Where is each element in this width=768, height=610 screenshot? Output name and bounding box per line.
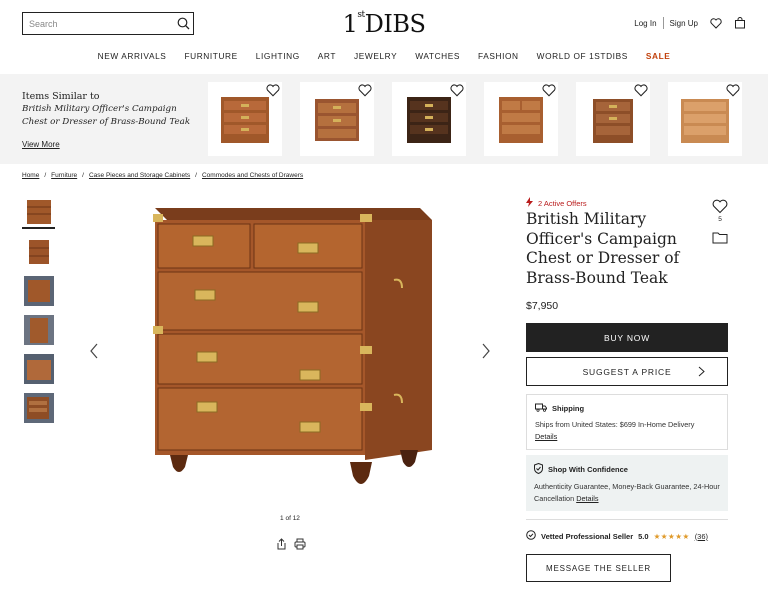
search-icon[interactable] bbox=[173, 14, 193, 34]
suggest-price-button[interactable]: SUGGEST A PRICE bbox=[526, 357, 728, 386]
image-counter: 1 of 12 bbox=[280, 515, 300, 522]
shipping-box: Shipping Ships from United States: $699 … bbox=[526, 394, 728, 450]
login-link[interactable]: Log In bbox=[634, 19, 656, 28]
shield-icon bbox=[534, 462, 543, 476]
gallery-thumb[interactable] bbox=[22, 274, 55, 307]
divider bbox=[662, 17, 664, 29]
account-links: Log In Sign Up bbox=[634, 17, 746, 29]
similar-items-heading: Items Similar to British Military Office… bbox=[22, 90, 202, 129]
reviews-link[interactable]: (36) bbox=[695, 532, 708, 541]
heart-icon[interactable] bbox=[710, 17, 722, 29]
breadcrumb-furniture[interactable]: Furniture bbox=[51, 172, 77, 179]
confidence-heading: Shop With Confidence bbox=[548, 465, 628, 474]
nav-jewelry[interactable]: JEWELRY bbox=[354, 51, 397, 61]
confidence-text-block: Authenticity Guarantee, Money-Back Guara… bbox=[534, 481, 720, 504]
breadcrumb-separator: / bbox=[82, 172, 84, 179]
logo-sup: st bbox=[357, 10, 365, 20]
message-seller-button[interactable]: MESSAGE THE SELLER bbox=[526, 554, 671, 582]
confidence-details-link[interactable]: Details bbox=[576, 494, 598, 503]
search-bar[interactable] bbox=[22, 12, 194, 35]
similar-item-thumb[interactable] bbox=[668, 82, 742, 156]
similar-item-thumb[interactable] bbox=[392, 82, 466, 156]
nav-art[interactable]: ART bbox=[318, 51, 336, 61]
buy-now-button[interactable]: BUY NOW bbox=[526, 323, 728, 352]
heart-icon[interactable] bbox=[634, 84, 648, 102]
gallery-thumb[interactable] bbox=[22, 313, 55, 346]
breadcrumb-case-pieces[interactable]: Case Pieces and Storage Cabinets bbox=[89, 172, 190, 179]
suggest-label: SUGGEST A PRICE bbox=[582, 366, 672, 377]
star-rating-icon: ★★★★★ bbox=[653, 531, 690, 541]
heart-icon[interactable] bbox=[542, 84, 556, 102]
heart-icon[interactable] bbox=[726, 84, 740, 102]
similar-item-thumb[interactable] bbox=[208, 82, 282, 156]
seller-rating: 5.0 bbox=[638, 531, 649, 541]
nav-furniture[interactable]: FURNITURE bbox=[184, 51, 237, 61]
breadcrumb: Home / Furniture / Case Pieces and Storage C… bbox=[22, 172, 303, 179]
product-price: $7,950 bbox=[526, 300, 559, 312]
logo-num: 1 bbox=[342, 10, 358, 38]
nav-world-of-1stdibs[interactable]: WORLD OF 1STDIBS bbox=[537, 51, 628, 61]
similar-item-thumb[interactable] bbox=[300, 82, 374, 156]
shipping-text: Ships from United States: $699 In-Home D… bbox=[535, 420, 695, 429]
heart-icon[interactable] bbox=[712, 199, 728, 216]
heart-icon[interactable] bbox=[450, 84, 464, 102]
print-icon[interactable] bbox=[294, 537, 306, 555]
site-logo[interactable]: 1st DIBS bbox=[342, 10, 426, 38]
gallery-thumb[interactable] bbox=[22, 391, 55, 424]
heart-icon[interactable] bbox=[266, 84, 280, 102]
gallery-thumb[interactable] bbox=[22, 235, 55, 268]
lightning-icon bbox=[526, 197, 533, 209]
nav-new-arrivals[interactable]: NEW ARRIVALS bbox=[98, 51, 167, 61]
share-icon[interactable] bbox=[276, 537, 287, 555]
shipping-details-link[interactable]: Details bbox=[535, 432, 557, 441]
similar-item-thumb[interactable] bbox=[484, 82, 558, 156]
main-product-image[interactable] bbox=[150, 200, 440, 505]
shipping-header: Shipping bbox=[535, 403, 719, 414]
similar-heading: Items Similar to bbox=[22, 91, 100, 102]
breadcrumb-home[interactable]: Home bbox=[22, 172, 39, 179]
favorites-count: 5 bbox=[718, 216, 722, 223]
seller-label: Vetted Professional Seller bbox=[541, 531, 634, 541]
product-title: British Military Officer's Campaign Ches… bbox=[526, 210, 680, 287]
nav-fashion[interactable]: FASHION bbox=[478, 51, 519, 61]
nav-lighting[interactable]: LIGHTING bbox=[256, 51, 300, 61]
gallery-thumb[interactable] bbox=[22, 352, 55, 385]
check-circle-icon bbox=[526, 530, 536, 542]
gallery-thumb[interactable] bbox=[22, 196, 55, 229]
breadcrumb-separator: / bbox=[44, 172, 47, 179]
nav-sale[interactable]: SALE bbox=[646, 51, 671, 61]
similar-item-title: British Military Officer's Campaign Ches… bbox=[22, 104, 191, 127]
main-nav: NEW ARRIVALS FURNITURE LIGHTING ART JEWE… bbox=[0, 51, 768, 61]
divider bbox=[526, 519, 728, 520]
truck-icon bbox=[535, 403, 547, 414]
shipping-text-block: Ships from United States: $699 In-Home D… bbox=[535, 419, 719, 442]
chevron-left-icon[interactable] bbox=[88, 342, 100, 365]
view-more-link[interactable]: View More bbox=[22, 140, 60, 149]
offers-label: 2 Active Offers bbox=[538, 198, 587, 208]
search-input[interactable] bbox=[29, 18, 173, 29]
chevron-right-icon[interactable] bbox=[480, 342, 492, 365]
shipping-heading: Shipping bbox=[552, 404, 585, 413]
folder-icon[interactable] bbox=[712, 231, 728, 249]
confidence-text: Authenticity Guarantee, Money-Back Guara… bbox=[534, 482, 720, 503]
heart-icon[interactable] bbox=[358, 84, 372, 102]
nav-watches[interactable]: WATCHES bbox=[415, 51, 460, 61]
similar-item-thumb[interactable] bbox=[576, 82, 650, 156]
favorite-button[interactable]: 5 bbox=[711, 199, 729, 223]
breadcrumb-separator: / bbox=[195, 172, 197, 179]
active-offers[interactable]: 2 Active Offers bbox=[526, 197, 587, 209]
shopping-bag-icon[interactable] bbox=[734, 17, 746, 29]
chevron-right-icon bbox=[698, 366, 705, 379]
logo-text: DIBS bbox=[364, 10, 426, 38]
seller-info: Vetted Professional Seller 5.0 ★★★★★ (36… bbox=[526, 530, 708, 542]
confidence-box: Shop With Confidence Authenticity Guaran… bbox=[526, 455, 728, 511]
signup-link[interactable]: Sign Up bbox=[670, 19, 698, 28]
breadcrumb-commodes[interactable]: Commodes and Chests of Drawers bbox=[202, 172, 303, 179]
confidence-header: Shop With Confidence bbox=[534, 462, 720, 476]
